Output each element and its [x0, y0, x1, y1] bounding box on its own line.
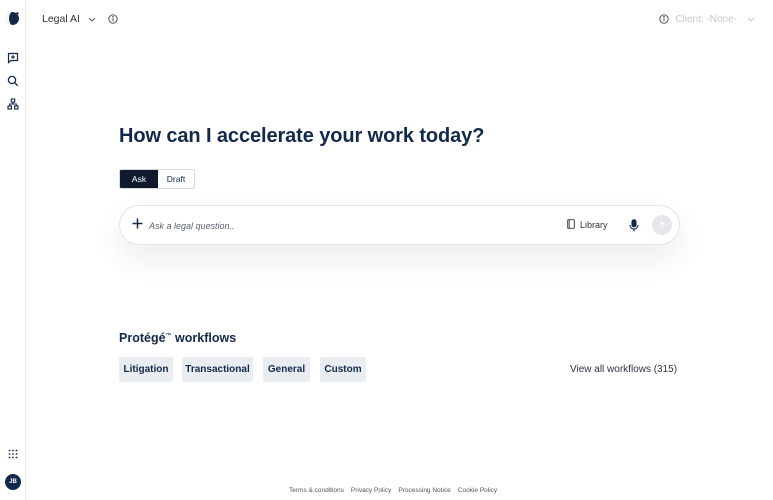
cookie-policy-link[interactable]: Cookie Policy [458, 487, 497, 494]
tab-ask[interactable]: Ask [120, 170, 158, 188]
view-all-workflows-link[interactable]: View all workflows (315) [570, 364, 677, 375]
client-selector[interactable]: Client: -None- [658, 12, 755, 26]
app-title: Legal AI [42, 13, 80, 25]
logo-icon[interactable] [5, 11, 20, 26]
ask-input[interactable] [149, 218, 529, 234]
privacy-link[interactable]: Privacy Policy [351, 487, 391, 494]
processing-notice-link[interactable]: Processing Notice [398, 487, 450, 494]
library-label: Library [580, 220, 608, 230]
footer-links: Terms & conditions Privacy Policy Proces… [289, 487, 497, 494]
workflow-chip-litigation[interactable]: Litigation [119, 357, 173, 382]
avatar[interactable]: JB [5, 474, 21, 490]
info-icon[interactable] [108, 14, 119, 25]
chevron-down-icon [747, 15, 755, 24]
page-title: How can I accelerate your work today? [119, 125, 485, 147]
chevron-down-icon [88, 15, 96, 24]
workflow-hierarchy-icon[interactable] [4, 95, 22, 113]
microphone-icon[interactable] [627, 217, 641, 233]
send-button[interactable] [652, 215, 672, 235]
workflow-chip-transactional[interactable]: Transactional [182, 357, 253, 382]
left-rail: JB [0, 0, 26, 500]
library-button[interactable]: Library [567, 219, 608, 231]
apps-grid-icon[interactable] [4, 445, 22, 463]
workflow-chip-custom[interactable]: Custom [320, 357, 366, 382]
new-chat-icon[interactable] [4, 49, 22, 67]
app-switcher[interactable]: Legal AI [42, 12, 119, 26]
search-icon[interactable] [4, 72, 22, 90]
tab-draft[interactable]: Draft [158, 170, 194, 188]
client-label: Client: -None- [675, 13, 737, 25]
ask-box: Library [119, 205, 680, 245]
mode-toggle: Ask Draft [119, 169, 195, 189]
client-info-icon[interactable] [658, 14, 669, 25]
terms-link[interactable]: Terms & conditions [289, 487, 344, 494]
add-attachment-button[interactable] [130, 217, 144, 233]
workflows-heading: Protégé™ workflows [119, 331, 237, 345]
workflow-chip-general[interactable]: General [263, 357, 310, 382]
book-icon [567, 219, 575, 231]
